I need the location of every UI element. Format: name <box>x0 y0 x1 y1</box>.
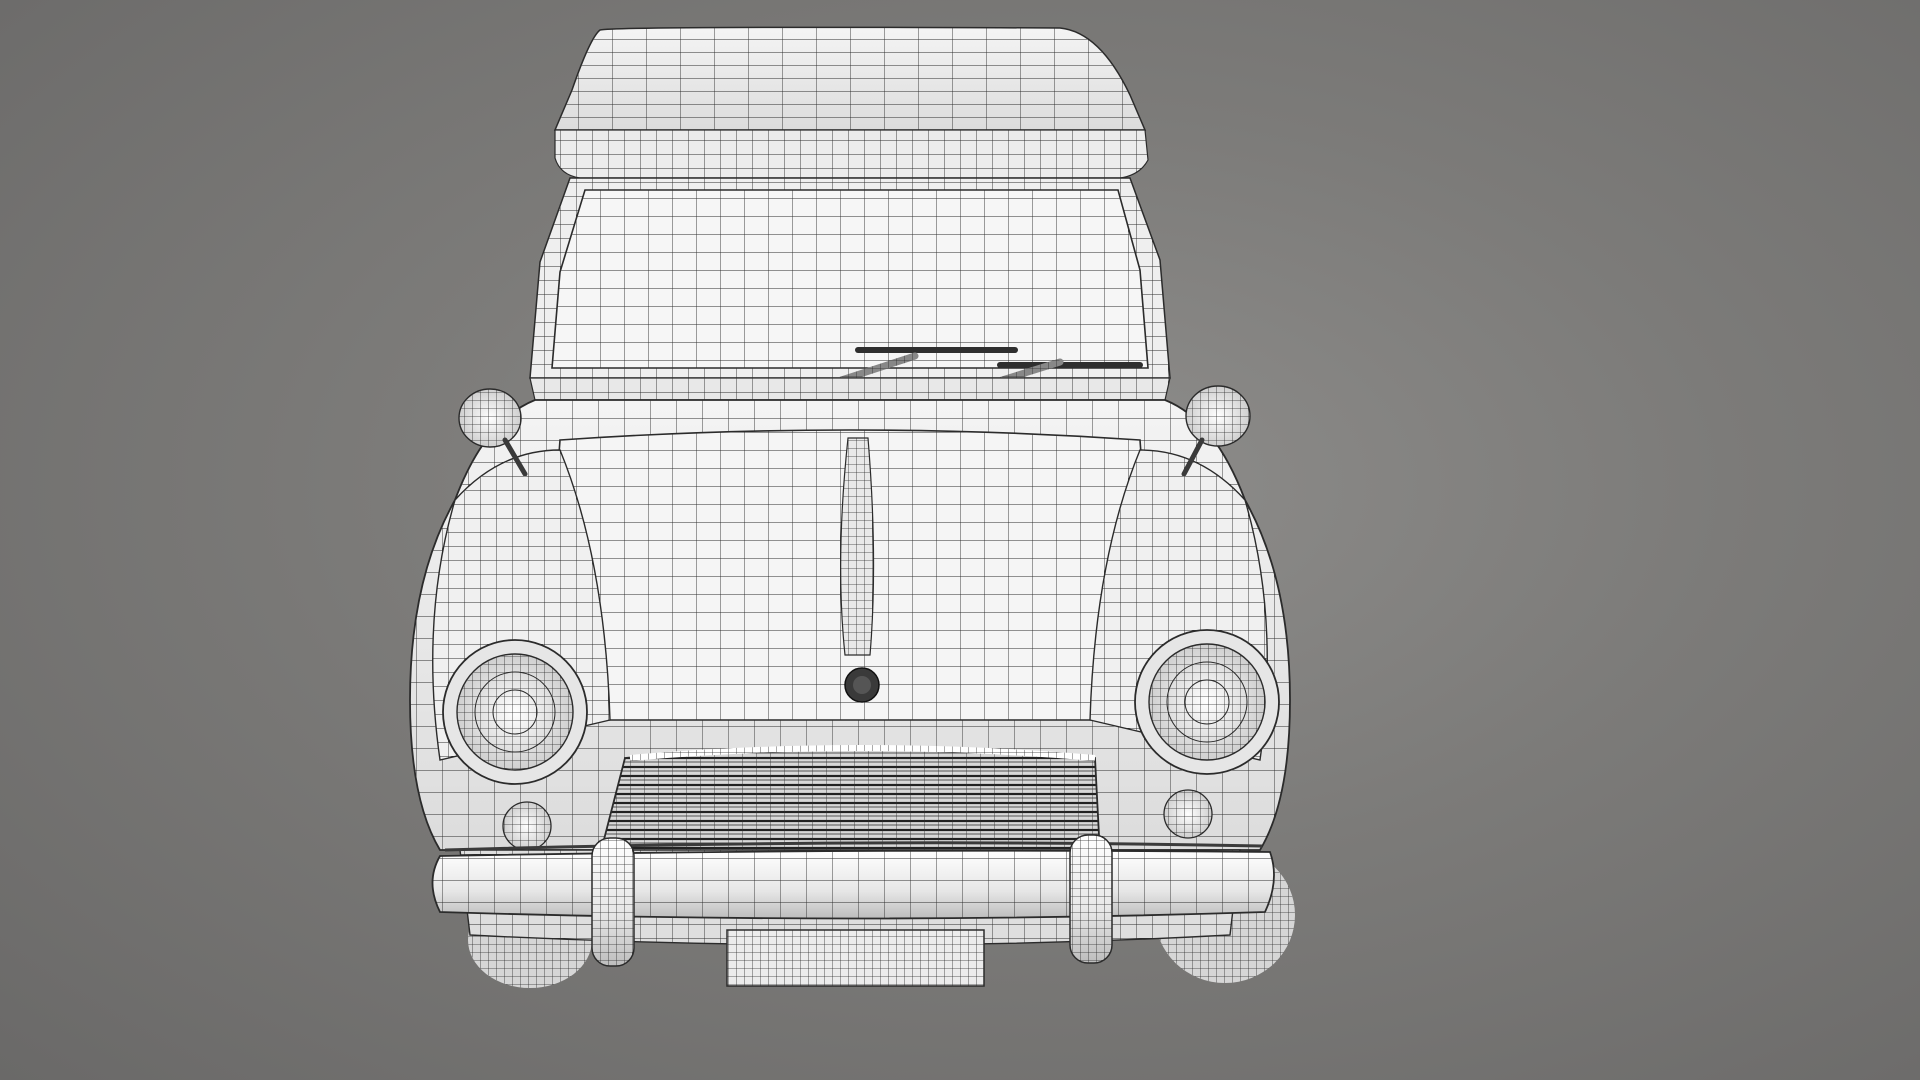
car-wireframe-model <box>409 26 1295 988</box>
overrider-left <box>591 837 635 967</box>
headlamp-right <box>1134 629 1280 775</box>
windscreen <box>551 189 1149 369</box>
scuttle-panel <box>529 377 1171 401</box>
indicator-right <box>1163 789 1213 839</box>
headlamp-left <box>442 639 588 785</box>
license-plate <box>726 929 985 987</box>
roof <box>553 26 1149 179</box>
indicator-left <box>502 801 552 851</box>
3d-viewport[interactable] <box>0 0 1920 1080</box>
front-bumper <box>431 841 1275 920</box>
badge-emblem <box>844 667 880 703</box>
overrider-right <box>1069 834 1113 964</box>
